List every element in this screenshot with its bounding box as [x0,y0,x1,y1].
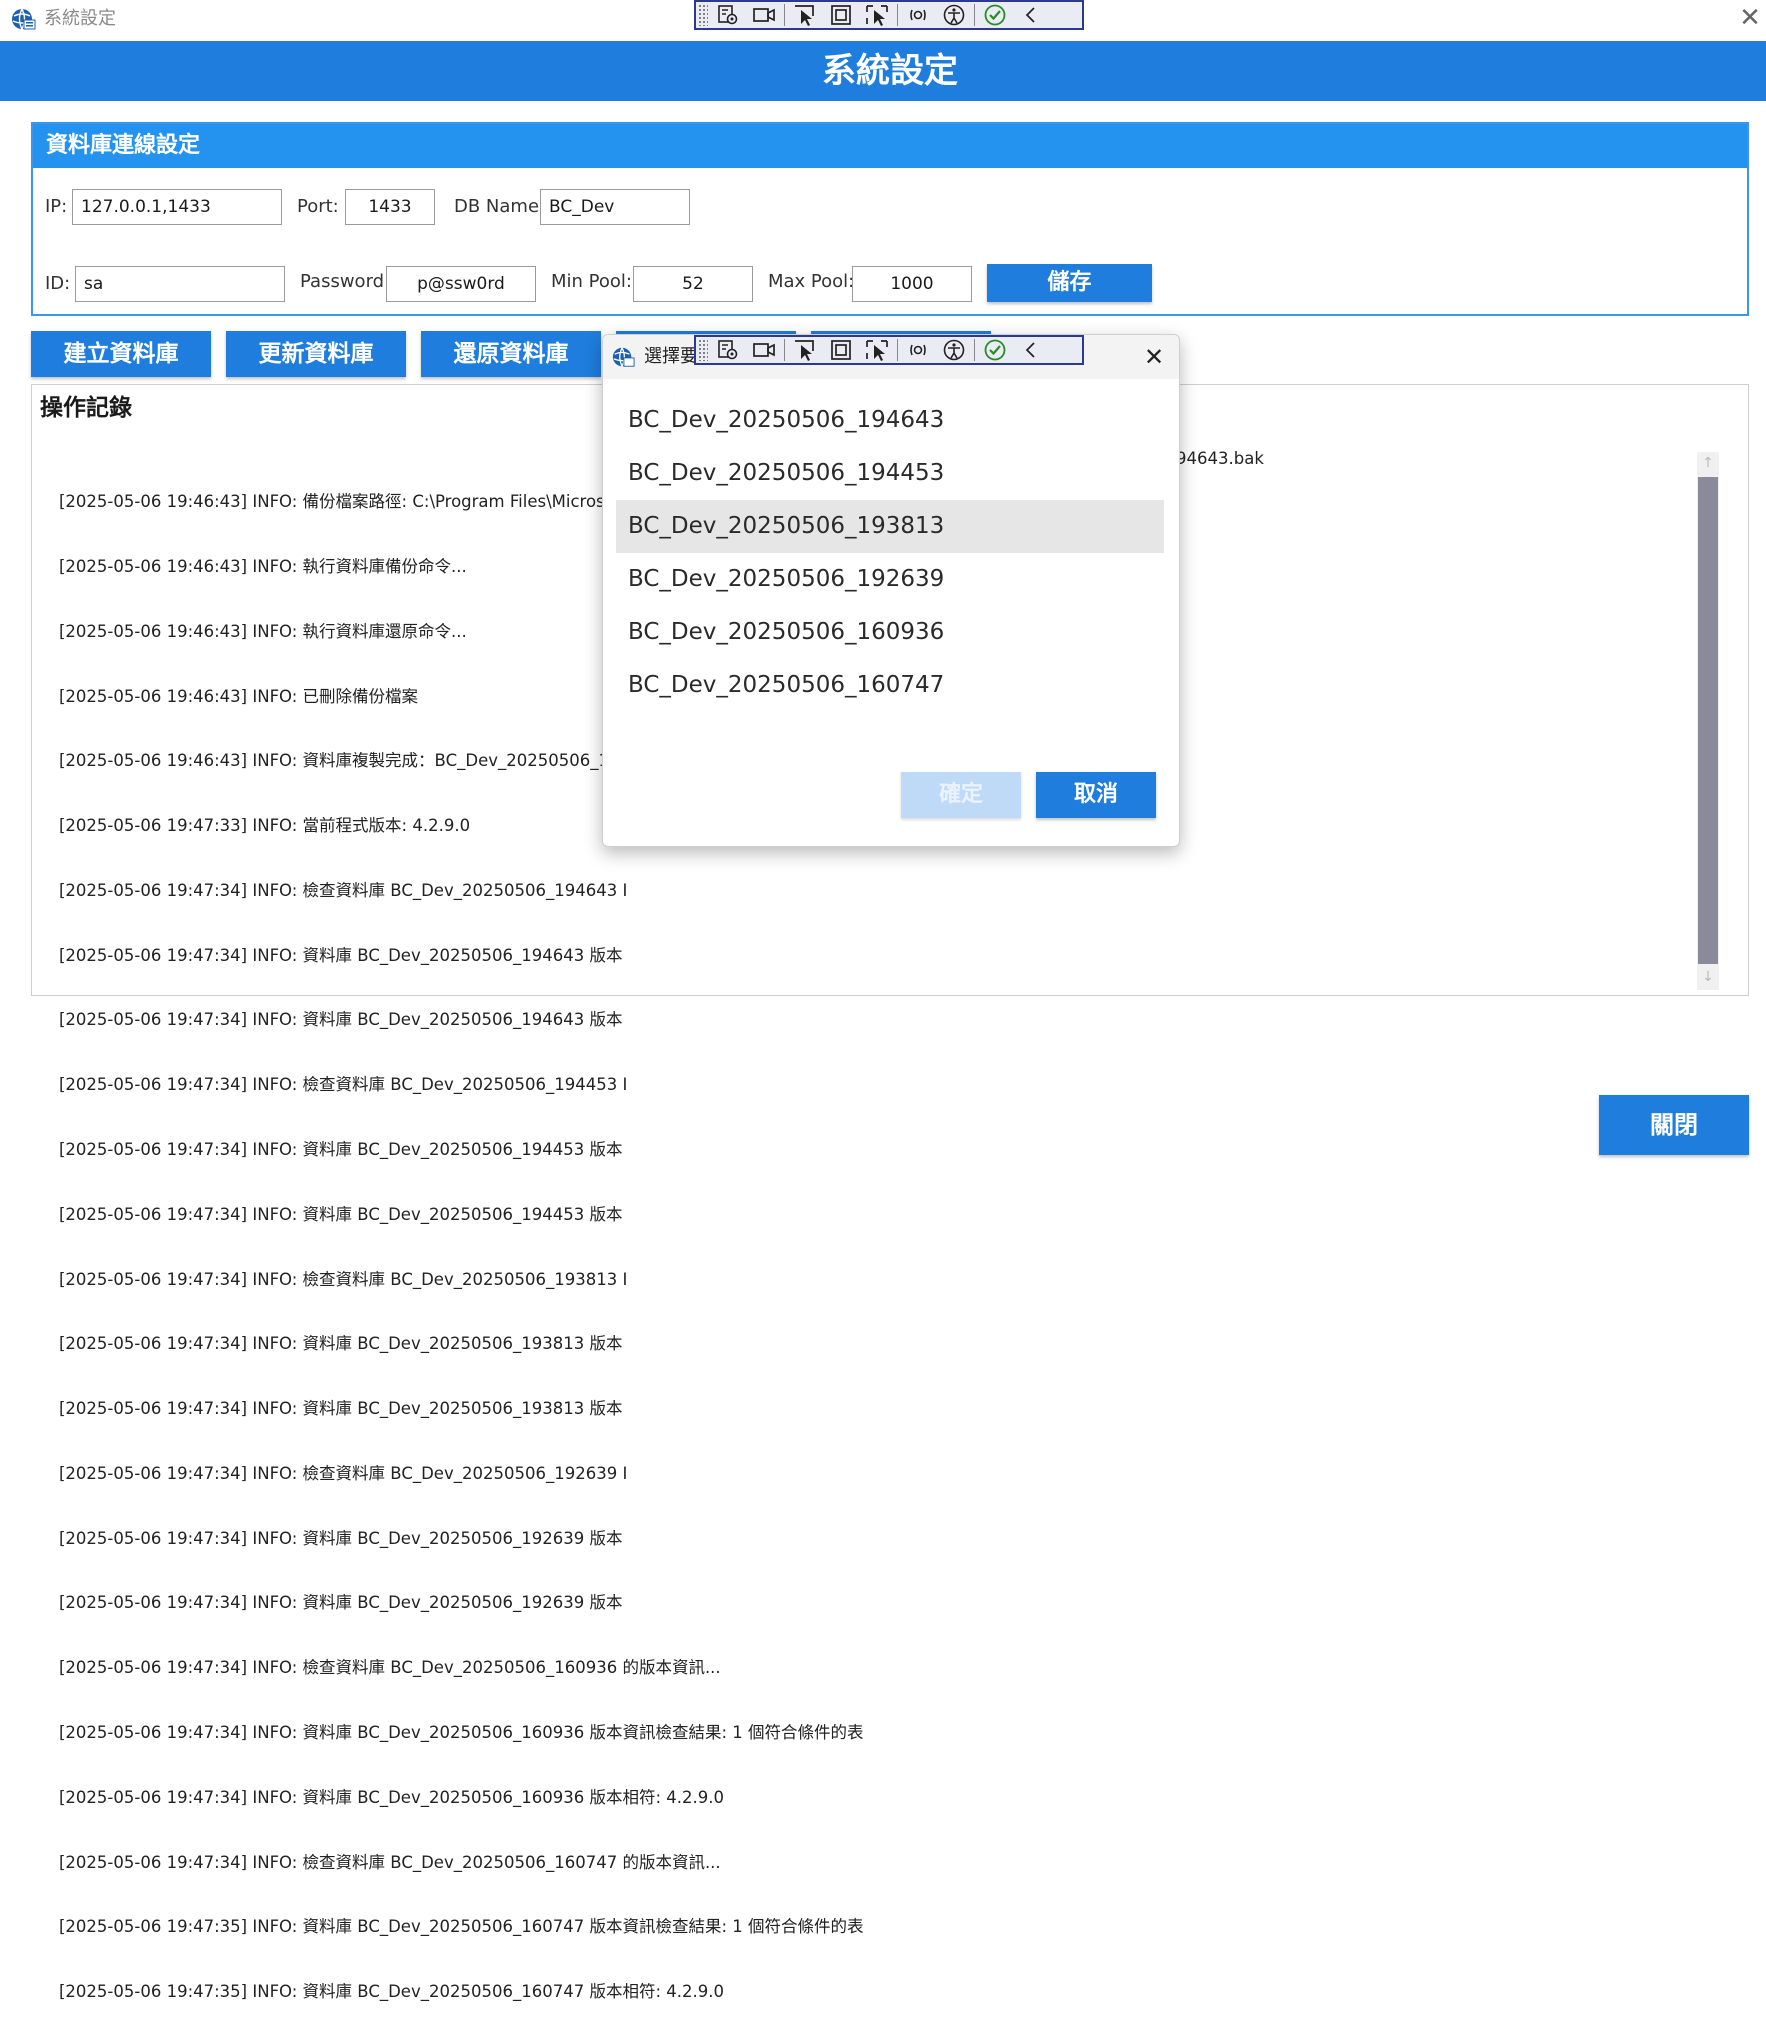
dbname-field[interactable]: BC_Dev [540,189,690,225]
window-title: 系統設定 [44,8,116,29]
toolbar-grip[interactable] [698,4,708,26]
scrollbar-thumb[interactable] [1698,477,1718,964]
maxpool-field[interactable]: 1000 [852,266,972,302]
db-settings-title: 資料庫連線設定 [46,133,201,158]
log-line: [2025-05-06 19:47:34] INFO: 檢查資料庫 BC_Dev… [59,1852,721,1872]
dbname-label: DB Name: [454,196,546,217]
display-layout-adorners-icon[interactable] [825,338,857,362]
log-line: [2025-05-06 19:47:35] INFO: 資料庫 BC_Dev_2… [59,1982,724,2002]
accessibility-icon[interactable] [938,338,970,362]
backup-list-item[interactable]: BC_Dev_20250506_160936 [616,606,1164,659]
log-line: [2025-05-06 19:47:34] INFO: 資料庫 BC_Dev_2… [59,1399,623,1419]
log-line: [2025-05-06 19:47:34] INFO: 檢查資料庫 BC_Dev… [59,880,628,900]
app-globe-icon [10,6,36,32]
password-label: Password: [300,271,391,292]
maxpool-label: Max Pool: [768,271,855,292]
minpool-field[interactable]: 52 [633,266,753,302]
log-line: [2025-05-06 19:47:34] INFO: 檢查資料庫 BC_Dev… [59,1269,628,1289]
accessibility-icon[interactable] [938,3,970,27]
log-line: [2025-05-06 19:47:34] INFO: 檢查資料庫 BC_Dev… [59,1075,628,1095]
confirm-button[interactable]: 確定 [901,772,1021,818]
port-field[interactable]: 1433 [345,189,435,225]
ip-label: IP: [45,196,68,217]
toolbar-separator [974,339,975,361]
toolbar-separator [784,339,785,361]
id-label: ID: [45,273,71,294]
live-visual-tree-icon[interactable] [712,338,744,362]
update-database-button[interactable]: 更新資料庫 [226,331,406,377]
log-line: [2025-05-06 19:47:34] INFO: 資料庫 BC_Dev_2… [59,945,623,965]
log-line: [2025-05-06 19:47:34] INFO: 資料庫 BC_Dev_2… [59,1334,623,1354]
page-title: 系統設定 [822,51,958,91]
backup-list: BC_Dev_20250506_194643 BC_Dev_20250506_1… [616,394,1164,712]
collapse-chevron-icon[interactable] [1015,3,1047,27]
log-title: 操作記錄 [40,395,132,421]
db-settings-header [33,124,1747,168]
save-button[interactable]: 儲存 [987,264,1152,302]
log-line: [2025-05-06 19:47:34] INFO: 資料庫 BC_Dev_2… [59,1593,623,1613]
backup-list-item[interactable]: BC_Dev_20250506_194643 [616,394,1164,447]
record-icon[interactable] [748,3,780,27]
dialog-title: 選擇要 [644,346,698,367]
backup-list-item-selected[interactable]: BC_Dev_20250506_193813 [616,500,1164,553]
dialog-close-button[interactable]: ✕ [1142,344,1166,370]
log-line: [2025-05-06 19:47:34] INFO: 檢查資料庫 BC_Dev… [59,1463,628,1483]
port-label: Port: [297,196,339,217]
toolbar-grip[interactable] [698,339,708,361]
hot-reload-icon[interactable] [902,338,934,362]
window-close-button[interactable]: ✕ [1736,4,1764,32]
toolbar-separator [897,339,898,361]
binding-check-icon[interactable] [979,3,1011,27]
id-field[interactable]: sa [75,266,285,302]
log-line: [2025-05-06 19:47:34] INFO: 資料庫 BC_Dev_2… [59,1528,623,1548]
log-line: [2025-05-06 19:47:34] INFO: 資料庫 BC_Dev_2… [59,1787,724,1807]
toolbar-separator [784,4,785,26]
backup-list-item[interactable]: BC_Dev_20250506_160747 [616,659,1164,712]
xaml-debug-toolbar [694,335,1084,365]
log-line: [2025-05-06 19:47:34] INFO: 資料庫 BC_Dev_2… [59,1723,864,1743]
live-visual-tree-icon[interactable] [712,3,744,27]
select-element-icon[interactable] [789,3,821,27]
scroll-down-arrow-icon[interactable]: ↓ [1697,966,1719,988]
collapse-chevron-icon[interactable] [1015,338,1047,362]
log-line: [2025-05-06 19:47:34] INFO: 資料庫 BC_Dev_2… [59,1140,623,1159]
toolbar-separator [974,4,975,26]
track-focus-icon[interactable] [861,3,893,27]
backup-list-item[interactable]: BC_Dev_20250506_194453 [616,447,1164,500]
password-field[interactable]: p@ssw0rd [386,266,536,302]
cancel-button[interactable]: 取消 [1036,772,1156,818]
restore-database-button[interactable]: 還原資料庫 [421,331,601,377]
log-line-tail: 94643.bak [1176,449,1264,468]
log-line: [2025-05-06 19:47:34] INFO: 檢查資料庫 BC_Dev… [59,1658,721,1678]
xaml-debug-toolbar [694,0,1084,30]
binding-check-icon[interactable] [979,338,1011,362]
display-layout-adorners-icon[interactable] [825,3,857,27]
log-line: [2025-05-06 19:47:34] INFO: 資料庫 BC_Dev_2… [59,1010,623,1030]
select-element-icon[interactable] [789,338,821,362]
close-button[interactable]: 關閉 [1599,1095,1749,1155]
toolbar-separator [897,4,898,26]
record-icon[interactable] [748,338,780,362]
track-focus-icon[interactable] [861,338,893,362]
log-line: [2025-05-06 19:47:34] INFO: 資料庫 BC_Dev_2… [59,1204,623,1224]
backup-list-item[interactable]: BC_Dev_20250506_192639 [616,553,1164,606]
log-line: [2025-05-06 19:47:35] INFO: 資料庫 BC_Dev_2… [59,1917,864,1937]
hot-reload-icon[interactable] [902,3,934,27]
create-database-button[interactable]: 建立資料庫 [31,331,211,377]
dialog-globe-icon [611,345,635,369]
ip-field[interactable]: 127.0.0.1,1433 [72,189,282,225]
minpool-label: Min Pool: [551,271,632,292]
scroll-up-arrow-icon[interactable]: ↑ [1697,452,1719,474]
